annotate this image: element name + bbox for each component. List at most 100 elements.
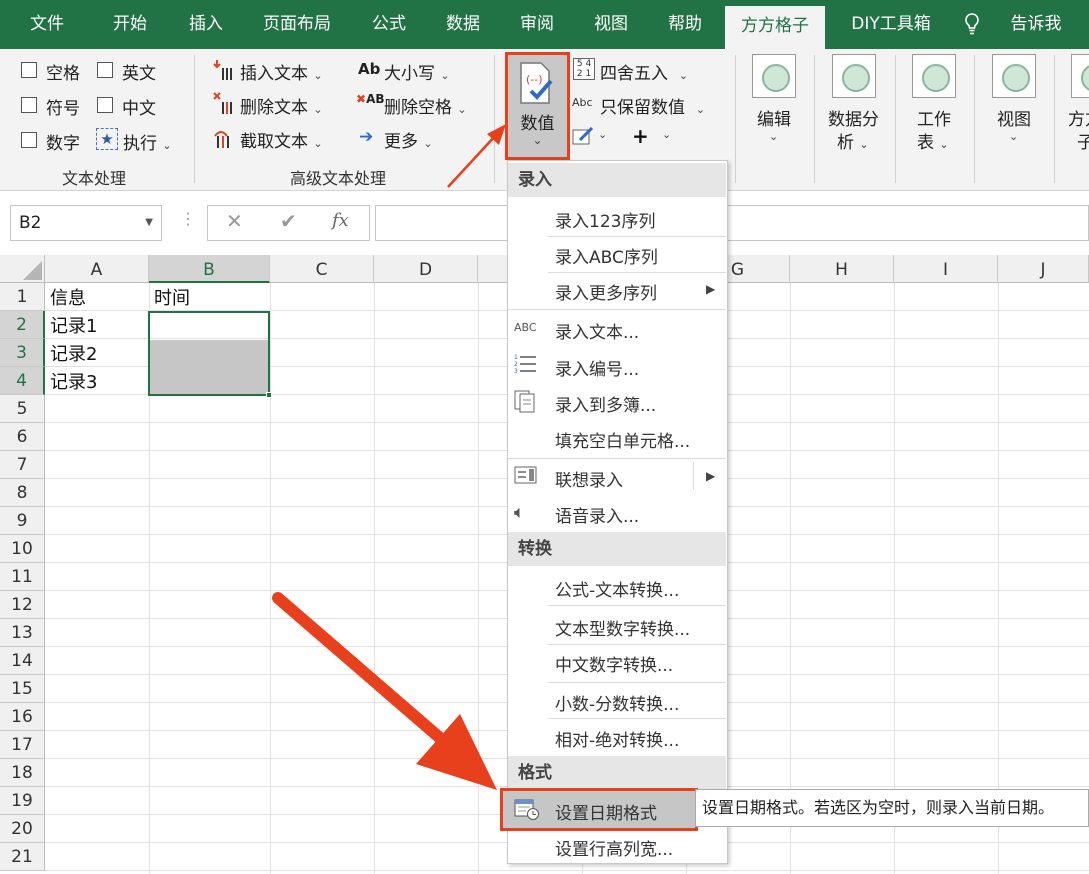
menu-item-input-abc[interactable]: 录入ABC序列 [555, 243, 658, 268]
more-button[interactable]: 更多 ⌄ [384, 127, 433, 152]
fangfang-button[interactable]: 方方 [1068, 105, 1089, 130]
delete-space-button[interactable]: 删除空格 ⌄ [384, 93, 467, 118]
keep-value-button[interactable]: 只保留数值 ⌄ [600, 93, 705, 118]
row-header[interactable]: 10 [0, 535, 45, 563]
chevron-down-icon[interactable]: ⌄ [662, 128, 671, 141]
select-all-corner[interactable] [0, 255, 45, 283]
row-header[interactable]: 13 [0, 619, 45, 647]
tab-fangfang[interactable]: 方方格子 [725, 6, 825, 49]
row-header[interactable]: 21 [0, 843, 45, 871]
worksheet-icon[interactable] [912, 54, 956, 98]
name-box[interactable]: B2 ▼ [10, 205, 162, 241]
column-header[interactable]: J [998, 255, 1089, 283]
row-header[interactable]: 19 [0, 787, 45, 815]
menu-item-chinese-number[interactable]: 中文数字转换... [555, 651, 673, 676]
cancel-icon[interactable]: ✕ [226, 209, 243, 233]
tab-file[interactable]: 文件 [18, 0, 76, 49]
menu-item-fill-blank[interactable]: 填充空白单元格... [555, 427, 690, 452]
cell-a1[interactable]: 信息 [45, 285, 86, 313]
row-header[interactable]: 15 [0, 675, 45, 703]
menu-item-input-123[interactable]: 录入123序列 [555, 207, 655, 232]
row-header[interactable]: 20 [0, 815, 45, 843]
column-header[interactable]: C [270, 255, 374, 283]
row-header[interactable]: 5 [0, 395, 45, 423]
row-header[interactable]: 18 [0, 759, 45, 787]
check-icon[interactable]: ✔ [280, 209, 297, 233]
fangfang-button-line2[interactable]: 子 [1077, 128, 1089, 153]
delete-text-button[interactable]: 删除文本 ⌄ [240, 93, 323, 118]
row-header[interactable]: 7 [0, 451, 45, 479]
menu-item-row-col-size[interactable]: 设置行高列宽... [555, 835, 673, 860]
round-button[interactable]: 四舍五入 ⌄ [600, 59, 688, 84]
tab-view[interactable]: 视图 [582, 0, 640, 49]
menu-item-input-number[interactable]: 录入编号... [555, 355, 639, 380]
row-header[interactable]: 12 [0, 591, 45, 619]
menu-item-decimal-fraction[interactable]: 小数-分数转换... [555, 690, 679, 715]
fill-handle[interactable] [266, 392, 272, 398]
tab-tell-me[interactable]: 告诉我 [996, 0, 1076, 49]
plus-icon[interactable]: + [632, 124, 649, 148]
menu-item-autocomplete[interactable]: 联想录入 [555, 466, 623, 491]
row-header[interactable]: 14 [0, 647, 45, 675]
row-header[interactable]: 3 [0, 339, 45, 367]
checkbox-chinese[interactable] [97, 97, 113, 113]
row-header[interactable]: 4 [0, 367, 45, 395]
column-header[interactable]: H [790, 255, 894, 283]
edit-group-icon[interactable] [752, 54, 796, 98]
checkbox-space[interactable] [21, 62, 37, 78]
case-button[interactable]: 大小写 ⌄ [384, 59, 450, 84]
menu-item-input-more[interactable]: 录入更多序列 [555, 279, 657, 304]
submenu-arrow-icon[interactable]: ▶ [706, 469, 715, 483]
data-analysis-icon[interactable] [832, 54, 876, 98]
edit-group-button[interactable]: 编辑 [757, 105, 791, 130]
tab-insert[interactable]: 插入 [176, 0, 236, 49]
fangfang-icon[interactable] [1071, 54, 1089, 98]
worksheet-button-line2[interactable]: 表 ⌄ [917, 128, 949, 153]
menu-item-relative-absolute[interactable]: 相对-绝对转换... [555, 726, 679, 751]
value-button[interactable]: (--) 数值 ⌄ [505, 52, 570, 160]
data-analysis-button[interactable]: 数据分 [828, 105, 879, 130]
column-header[interactable]: B [149, 255, 270, 283]
menu-item-voice-input[interactable]: 语音录入... [555, 502, 639, 527]
menu-item-formula-text[interactable]: 公式-文本转换... [555, 576, 679, 601]
formula-input[interactable] [375, 205, 1089, 241]
menu-item-input-text[interactable]: 录入文本... [555, 318, 639, 343]
cell-b1[interactable]: 时间 [149, 285, 190, 313]
checkbox-digit[interactable] [21, 132, 37, 148]
view-group-button[interactable]: 视图 [997, 105, 1031, 130]
tab-review[interactable]: 审阅 [508, 0, 566, 49]
worksheet-button[interactable]: 工作 [917, 105, 951, 130]
row-header[interactable]: 9 [0, 507, 45, 535]
cell-a4[interactable]: 记录3 [45, 369, 97, 397]
insert-text-button[interactable]: 插入文本 ⌄ [240, 59, 323, 84]
data-analysis-button-line2[interactable]: 析 ⌄ [837, 128, 869, 153]
row-header[interactable]: 2 [0, 311, 45, 339]
column-header[interactable]: I [894, 255, 998, 283]
row-header[interactable]: 16 [0, 703, 45, 731]
tab-home[interactable]: 开始 [100, 0, 160, 49]
cell-a2[interactable]: 记录1 [45, 313, 97, 341]
row-header[interactable]: 11 [0, 563, 45, 591]
chevron-down-icon[interactable]: ⌄ [598, 128, 607, 141]
lightbulb-icon[interactable] [960, 0, 984, 49]
edit-icon[interactable] [572, 126, 596, 146]
row-header[interactable]: 6 [0, 423, 45, 451]
menu-item-text-number[interactable]: 文本型数字转换... [555, 615, 690, 640]
tab-formulas[interactable]: 公式 [360, 0, 418, 49]
tab-data[interactable]: 数据 [434, 0, 492, 49]
row-header[interactable]: 8 [0, 479, 45, 507]
row-header[interactable]: 17 [0, 731, 45, 759]
view-group-icon[interactable] [992, 54, 1036, 98]
column-header[interactable]: D [374, 255, 478, 283]
function-icon[interactable]: fx [332, 210, 349, 231]
row-header[interactable]: 1 [0, 283, 45, 311]
menu-item-input-multi-workbook[interactable]: 录入到多簿... [555, 391, 656, 416]
tab-help[interactable]: 帮助 [656, 0, 714, 49]
checkbox-symbol[interactable] [21, 97, 37, 113]
cut-text-button[interactable]: 截取文本 ⌄ [240, 127, 323, 152]
column-header[interactable]: A [45, 255, 149, 283]
checkbox-english[interactable] [97, 62, 113, 78]
tab-diy-toolbox[interactable]: DIY工具箱 [838, 0, 944, 49]
tab-page-layout[interactable]: 页面布局 [252, 0, 342, 49]
cell-a3[interactable]: 记录2 [45, 341, 97, 369]
